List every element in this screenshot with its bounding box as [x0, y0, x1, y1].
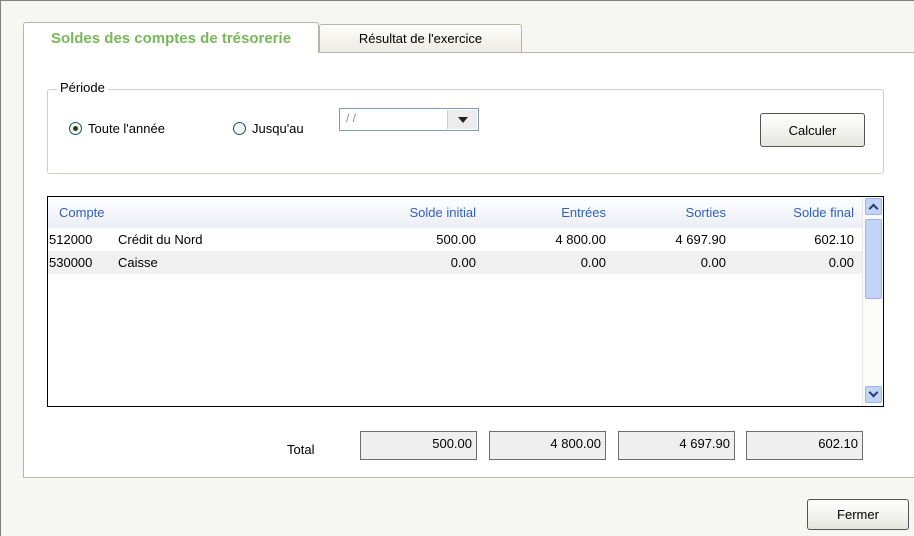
- total-entrees: 4 800.00: [489, 431, 606, 460]
- scroll-up-button[interactable]: [865, 198, 882, 215]
- tab-soldes-tresorerie-label: Soldes des comptes de trésorerie: [50, 29, 292, 47]
- date-combobox[interactable]: / /: [339, 108, 479, 131]
- tab-resultat-exercice-label: Résultat de l'exercice: [358, 31, 483, 46]
- close-button[interactable]: Fermer: [807, 499, 909, 530]
- date-dropdown-button[interactable]: [447, 110, 477, 129]
- period-legend: Période: [57, 80, 108, 95]
- chevron-down-icon: [868, 387, 879, 398]
- vertical-scrollbar[interactable]: [862, 197, 883, 406]
- cell-compte-code: 512000: [49, 232, 93, 247]
- grid-header: Compte Solde initial Entrées Sorties Sol…: [48, 197, 862, 228]
- cell-compte-name: Crédit du Nord: [118, 232, 203, 247]
- radio-full-year-indicator[interactable]: [69, 122, 82, 135]
- accounts-grid[interactable]: Compte Solde initial Entrées Sorties Sol…: [47, 196, 884, 407]
- cell-solde-initial: 500.00: [436, 232, 476, 247]
- cell-entrees: 4 800.00: [555, 232, 606, 247]
- table-row[interactable]: 512000 Crédit du Nord 500.00 4 800.00 4 …: [48, 228, 862, 251]
- chevron-down-icon: [457, 116, 468, 123]
- column-header-compte[interactable]: Compte: [59, 205, 105, 220]
- column-header-sorties[interactable]: Sorties: [628, 205, 726, 220]
- radio-full-year[interactable]: Toute l'année: [69, 121, 165, 136]
- scroll-thumb[interactable]: [865, 219, 882, 299]
- cell-sorties: 0.00: [700, 255, 726, 270]
- radio-until-indicator[interactable]: [233, 122, 246, 135]
- tab-soldes-tresorerie[interactable]: Soldes des comptes de trésorerie: [23, 22, 319, 53]
- scroll-down-button[interactable]: [865, 386, 882, 403]
- total-solde-final: 602.10: [746, 431, 863, 460]
- column-header-entrees[interactable]: Entrées: [508, 205, 606, 220]
- tab-resultat-exercice[interactable]: Résultat de l'exercice: [319, 24, 522, 52]
- table-row[interactable]: 530000 Caisse 0.00 0.00 0.00 0.00: [48, 251, 862, 274]
- column-header-solde-final[interactable]: Solde final: [756, 205, 854, 220]
- radio-until[interactable]: Jusqu'au: [233, 121, 304, 136]
- radio-until-label: Jusqu'au: [252, 121, 304, 136]
- cell-solde-final: 0.00: [828, 255, 854, 270]
- total-label: Total: [287, 442, 315, 457]
- calculate-button[interactable]: Calculer: [760, 113, 865, 147]
- date-value[interactable]: / /: [346, 111, 356, 125]
- cell-solde-final: 602.10: [814, 232, 854, 247]
- radio-full-year-label: Toute l'année: [88, 121, 165, 136]
- total-solde-initial: 500.00: [360, 431, 477, 460]
- chevron-up-icon: [868, 203, 879, 214]
- cell-compte-name: Caisse: [118, 255, 158, 270]
- total-sorties: 4 697.90: [618, 431, 735, 460]
- cell-entrees: 0.00: [580, 255, 606, 270]
- period-groupbox: [47, 89, 884, 174]
- cell-compte-code: 530000: [49, 255, 93, 270]
- column-header-solde-initial[interactable]: Solde initial: [378, 205, 477, 220]
- cell-sorties: 4 697.90: [675, 232, 726, 247]
- cell-solde-initial: 0.00: [450, 255, 476, 270]
